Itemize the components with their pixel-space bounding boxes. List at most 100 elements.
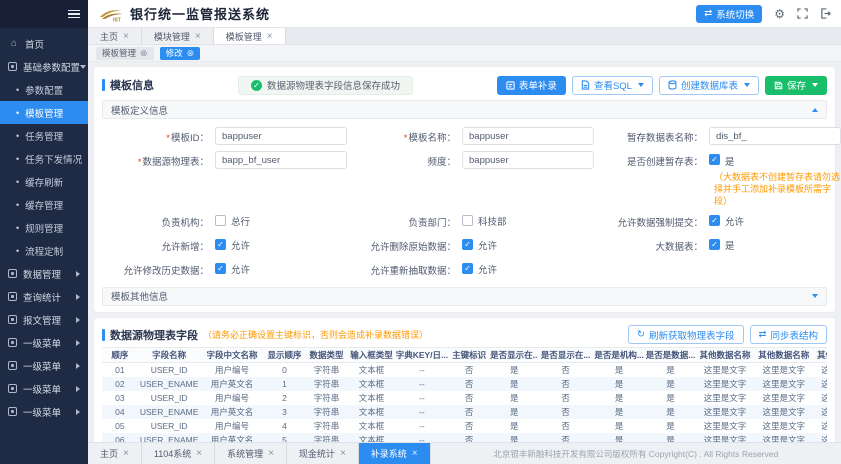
close-icon[interactable]: × [267, 31, 273, 42]
bottom-tab-2[interactable]: 系统管理× [215, 443, 287, 464]
big-data-table-checkbox[interactable]: ✓ [709, 239, 720, 250]
cell: 用户编号 [201, 363, 264, 377]
success-check-icon: ✓ [251, 80, 262, 91]
create-staging-table-checkbox[interactable]: ✓ [709, 154, 720, 165]
bottom-tab-4[interactable]: 补录系统× [359, 443, 431, 464]
bottom-tab-3[interactable]: 现金统计× [287, 443, 359, 464]
workspace-tab-2[interactable]: 模板管理 × [214, 28, 286, 44]
template-name-input[interactable] [462, 127, 594, 145]
workspace-tab-1[interactable]: 模块管理× [142, 28, 214, 44]
field-label: *模板名称： [351, 127, 456, 144]
sidebar-subitem-label: 缓存管理 [25, 198, 63, 212]
sidebar-subitem-3[interactable]: •任务下发情况 [0, 147, 88, 170]
refresh-fields-button[interactable]: ↻ 刷新获取物理表字段 [628, 325, 743, 344]
cell: 字符串 [305, 377, 347, 391]
close-icon[interactable]: × [196, 448, 202, 459]
tab-label: 模板管理 [226, 30, 262, 43]
cell: 是 [490, 433, 538, 443]
sidebar-subitem-6[interactable]: •规则管理 [0, 216, 88, 239]
staging-table-name-input[interactable] [709, 127, 841, 145]
sidebar-item-home[interactable]: ⌂ 首页 [0, 32, 88, 55]
cell: 这里是文字 [754, 377, 813, 391]
cell: 否 [538, 377, 593, 391]
sidebar-subitem-4[interactable]: •缓存刷新 [0, 170, 88, 193]
responsible-dept-checkbox[interactable] [462, 215, 473, 226]
sidebar-subitem-1[interactable]: •模板管理 [0, 101, 88, 124]
allow-re-extract-checkbox[interactable]: ✓ [462, 263, 473, 274]
close-icon[interactable]: × [340, 448, 346, 459]
sidebar: ⌂ 首页 基础参数配置 •参数配置•模板管理•任务管理•任务下发情况•缓存刷新•… [0, 0, 88, 464]
logout-icon[interactable] [820, 8, 831, 19]
sidebar-group-label: 一级菜单 [23, 359, 61, 373]
checkbox-label: 允许 [478, 260, 497, 277]
cell: USER_ENAME [138, 433, 201, 443]
cell: 是 [490, 363, 538, 377]
cell: 3 [264, 405, 306, 419]
fullscreen-icon[interactable] [797, 8, 808, 19]
view-sql-button[interactable]: 查看SQL [572, 76, 653, 95]
datasource-table-input[interactable] [215, 151, 347, 169]
allow-force-submit-checkbox[interactable]: ✓ [709, 215, 720, 226]
sidebar-group-2[interactable]: 报文管理 [0, 308, 88, 331]
column-header-11: 是否是数据... [645, 348, 695, 363]
sidebar-group-5[interactable]: 一级菜单 [0, 377, 88, 400]
frequency-input[interactable] [462, 151, 594, 169]
sidebar-subitem-2[interactable]: •任务管理 [0, 124, 88, 147]
allow-modify-history-checkbox[interactable]: ✓ [215, 263, 226, 274]
workspace-tab-0[interactable]: 主页× [88, 28, 142, 44]
cell: 是 [645, 405, 695, 419]
allow-delete-original-checkbox[interactable]: ✓ [462, 239, 473, 250]
content-area: 模板信息 ✓ 数据源物理表字段信息保存成功 表单补录 查看SQL [88, 62, 841, 442]
cell: 用户英文名 [201, 405, 264, 419]
checkbox-label: 是 [725, 236, 735, 253]
template-info-header: 模板信息 ✓ 数据源物理表字段信息保存成功 表单补录 查看SQL [102, 72, 827, 98]
tag-label: 模板管理 [102, 47, 136, 59]
close-icon[interactable]: × [412, 448, 418, 459]
close-circle-icon[interactable]: ⊗ [187, 48, 195, 59]
cell: 用户英文名 [201, 433, 264, 443]
cell: 这里是文字 [696, 363, 755, 377]
form-supplement-button[interactable]: 表单补录 [497, 76, 566, 95]
gear-icon[interactable]: ⚙ [774, 8, 785, 20]
breadcrumb-tag-1[interactable]: 修改⊗ [160, 47, 201, 60]
sidebar-group-1[interactable]: 查询统计 [0, 285, 88, 308]
sidebar-group-6[interactable]: 一级菜单 [0, 400, 88, 423]
sidebar-group-3[interactable]: 一级菜单 [0, 331, 88, 354]
sidebar-item-label: 首页 [25, 37, 44, 51]
success-toast: ✓ 数据源物理表字段信息保存成功 [238, 76, 413, 95]
save-button[interactable]: 保存 [765, 76, 827, 95]
svg-text:IST: IST [113, 17, 121, 22]
main-column: IST 银行统一监管报送系统 ⇄ 系统切换 ⚙ [88, 0, 841, 464]
sync-table-structure-button[interactable]: ⇄ 同步表结构 [750, 325, 827, 344]
cell: 02 [102, 377, 138, 391]
sidebar-subitem-5[interactable]: •缓存管理 [0, 193, 88, 216]
responsible-org-checkbox[interactable] [215, 215, 226, 226]
bottom-tab-1[interactable]: 1104系统 × [142, 443, 215, 464]
create-db-table-button[interactable]: 创建数据库表 [659, 76, 759, 95]
sidebar-group-0[interactable]: 数据管理 [0, 262, 88, 285]
bottom-tab-0[interactable]: 主页× [88, 443, 142, 464]
allow-add-checkbox[interactable]: ✓ [215, 239, 226, 250]
sidebar-subitem-7[interactable]: •流程定制 [0, 239, 88, 262]
close-icon[interactable]: × [195, 31, 201, 42]
close-icon[interactable]: × [123, 448, 129, 459]
cell: 01 [102, 363, 138, 377]
close-circle-icon[interactable]: ⊗ [140, 48, 148, 59]
table-row-0: 01USER_ID用户编号0字符串文本框--否是否是是这里是文字这里是文字这里是… [102, 363, 827, 377]
section-template-definition[interactable]: 模板定义信息 [102, 100, 827, 119]
breadcrumb-tag-0[interactable]: 模板管理 ⊗ [96, 47, 154, 60]
cell: 这里是文字 [813, 391, 827, 405]
close-icon[interactable]: × [123, 31, 129, 42]
sidebar-subitem-0[interactable]: •参数配置 [0, 78, 88, 101]
field-label: 允许新增： [104, 236, 209, 253]
field-label: *模板ID： [104, 127, 209, 144]
sidebar-group-basic-params[interactable]: 基础参数配置 [0, 55, 88, 78]
close-icon[interactable]: × [268, 448, 274, 459]
system-switch-button[interactable]: ⇄ 系统切换 [696, 5, 762, 23]
section-template-other[interactable]: 模板其他信息 [102, 287, 827, 306]
sidebar-subitem-label: 任务下发情况 [25, 152, 82, 166]
tab-label: 1104系统 [154, 447, 191, 460]
sidebar-group-4[interactable]: 一级菜单 [0, 354, 88, 377]
template-id-input[interactable] [215, 127, 347, 145]
hamburger-menu-icon[interactable] [68, 8, 80, 21]
